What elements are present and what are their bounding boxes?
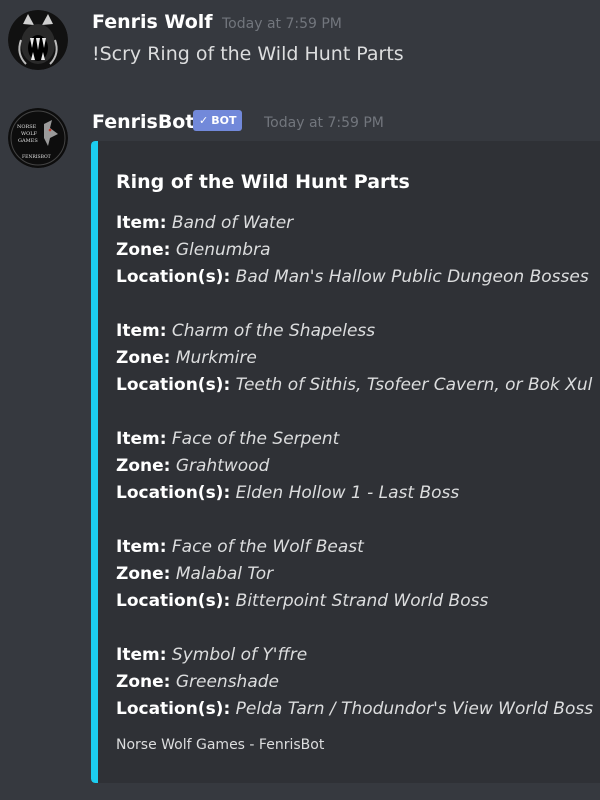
svg-text:GAMES: GAMES bbox=[18, 138, 38, 144]
checkmark-icon: ✓ bbox=[199, 114, 209, 127]
embed-entry: Item: Face of the Serpent Zone: Grahtwoo… bbox=[116, 426, 459, 507]
wolf-head-icon[interactable] bbox=[8, 10, 68, 70]
embed-entry: Item: Symbol of Y'ffre Zone: Greenshade … bbox=[116, 642, 593, 723]
embed-entry: Item: Face of the Wolf Beast Zone: Malab… bbox=[116, 534, 488, 615]
location-label: Location(s): bbox=[116, 591, 231, 611]
zone-label: Zone: bbox=[116, 456, 171, 476]
location-label: Location(s): bbox=[116, 483, 231, 503]
location-value: Bad Man's Hallow Public Dungeon Bosses bbox=[235, 267, 589, 287]
item-value: Charm of the Shapeless bbox=[171, 321, 376, 341]
svg-text:FENRISBOT: FENRISBOT bbox=[22, 154, 51, 160]
zone-value: Greenshade bbox=[175, 672, 279, 692]
bot-badge-label: BOT bbox=[211, 114, 237, 127]
embed-accent-bar bbox=[91, 141, 98, 783]
item-value: Face of the Wolf Beast bbox=[171, 537, 364, 557]
message-fenris-wolf: Fenris Wolf Today at 7:59 PM !Scry Ring … bbox=[0, 0, 600, 90]
location-value: Teeth of Sithis, Tsofeer Cavern, or Bok … bbox=[235, 375, 593, 395]
item-label: Item: bbox=[116, 213, 167, 233]
location-label: Location(s): bbox=[116, 267, 231, 287]
chat-messages: Fenris Wolf Today at 7:59 PM !Scry Ring … bbox=[0, 0, 600, 800]
embed-footer: Norse Wolf Games - FenrisBot bbox=[116, 737, 325, 753]
item-label: Item: bbox=[116, 537, 167, 557]
message-content: !Scry Ring of the Wild Hunt Parts bbox=[92, 43, 404, 65]
item-value: Face of the Serpent bbox=[171, 429, 340, 449]
zone-label: Zone: bbox=[116, 564, 171, 584]
embed-entry: Item: Band of Water Zone: Glenumbra Loca… bbox=[116, 210, 589, 291]
embed-card: Ring of the Wild Hunt Parts Item: Band o… bbox=[91, 141, 600, 783]
zone-label: Zone: bbox=[116, 240, 171, 260]
zone-label: Zone: bbox=[116, 348, 171, 368]
message-author[interactable]: Fenris Wolf bbox=[92, 11, 213, 33]
bot-badge: ✓ BOT bbox=[193, 110, 243, 131]
svg-text:NORSE: NORSE bbox=[17, 124, 37, 130]
location-value: Pelda Tarn / Thodundor's View World Boss bbox=[235, 699, 594, 719]
message-timestamp: Today at 7:59 PM bbox=[222, 16, 342, 32]
embed-title: Ring of the Wild Hunt Parts bbox=[116, 171, 410, 193]
location-label: Location(s): bbox=[116, 699, 231, 719]
svg-text:WOLF: WOLF bbox=[21, 131, 38, 137]
item-label: Item: bbox=[116, 321, 167, 341]
norse-wolf-games-logo[interactable]: NORSE WOLF GAMES FENRISBOT bbox=[8, 108, 68, 168]
item-value: Symbol of Y'ffre bbox=[171, 645, 308, 665]
location-value: Bitterpoint Strand World Boss bbox=[235, 591, 489, 611]
item-label: Item: bbox=[116, 645, 167, 665]
zone-label: Zone: bbox=[116, 672, 171, 692]
item-value: Band of Water bbox=[171, 213, 294, 233]
zone-value: Malabal Tor bbox=[175, 564, 274, 584]
location-value: Elden Hollow 1 - Last Boss bbox=[235, 483, 460, 503]
item-label: Item: bbox=[116, 429, 167, 449]
location-label: Location(s): bbox=[116, 375, 231, 395]
message-author[interactable]: FenrisBot bbox=[92, 111, 194, 133]
embed-entry: Item: Charm of the Shapeless Zone: Murkm… bbox=[116, 318, 592, 399]
zone-value: Glenumbra bbox=[175, 240, 271, 260]
message-timestamp: Today at 7:59 PM bbox=[264, 115, 384, 131]
zone-value: Grahtwood bbox=[175, 456, 270, 476]
zone-value: Murkmire bbox=[175, 348, 257, 368]
